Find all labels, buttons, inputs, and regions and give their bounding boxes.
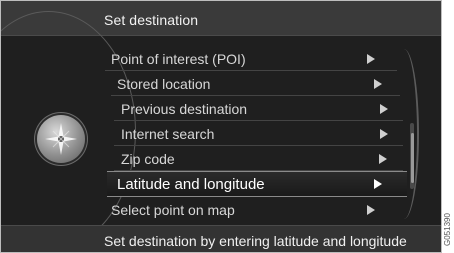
menu-item-label: Internet search (121, 126, 215, 142)
figure-reference: G051390 (443, 213, 452, 246)
arrow-right-icon (380, 104, 388, 114)
menu-item-label: Zip code (121, 151, 175, 167)
menu-item-label: Latitude and longitude (117, 176, 265, 193)
menu-item-poi[interactable]: Point of interest (POI) (105, 47, 397, 71)
menu-item-label: Previous destination (121, 101, 248, 117)
status-text: Set destination by entering latitude and… (104, 233, 407, 249)
arrow-right-icon (379, 154, 387, 164)
menu-item-latitude-longitude[interactable]: Latitude and longitude (107, 171, 407, 197)
menu-item-label: Stored location (117, 76, 211, 92)
menu-item-label: Select point on map (111, 202, 235, 218)
menu-item-select-point-on-map[interactable]: Select point on map (105, 198, 397, 222)
arrow-right-icon (380, 129, 388, 139)
nav-screen: Set destination Point of interest (POI) … (0, 0, 442, 253)
arrow-right-icon (374, 79, 382, 89)
menu-item-internet-search[interactable]: Internet search (114, 122, 403, 146)
page-title: Set destination (104, 12, 199, 28)
menu-item-previous-destination[interactable]: Previous destination (114, 97, 403, 121)
arrow-right-icon (367, 205, 375, 215)
menu-item-zip-code[interactable]: Zip code (114, 147, 403, 171)
menu-item-label: Point of interest (POI) (111, 51, 246, 67)
arrow-right-icon (374, 179, 382, 189)
arrow-right-icon (367, 54, 375, 64)
scrollbar-thumb[interactable] (411, 133, 414, 183)
menu-item-stored-location[interactable]: Stored location (111, 72, 400, 96)
status-bar: Set destination by entering latitude and… (1, 225, 441, 252)
compass-icon (37, 115, 85, 163)
